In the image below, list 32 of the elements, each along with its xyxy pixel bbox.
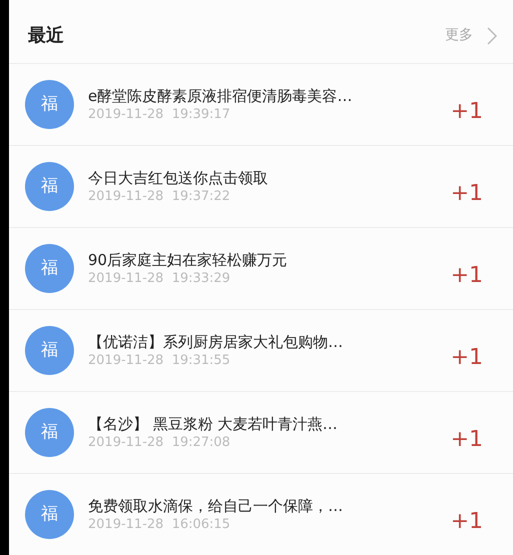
message-title: 今日大吉红包送你点击领取 <box>88 168 269 188</box>
avatar: 福 <box>25 326 74 375</box>
chevron-right-icon <box>487 26 497 44</box>
message-title: 【优诺洁】系列厨房居家大礼包购物… <box>88 332 344 352</box>
count-label: +1 <box>450 180 483 208</box>
message-row[interactable]: 福 e酵堂陈皮酵素原液排宿便清肠毒美容… 2019-11-28 19:39:17 +1 <box>9 63 513 145</box>
avatar: 福 <box>25 80 74 129</box>
count-label: +1 <box>450 344 483 372</box>
avatar: 福 <box>25 244 74 293</box>
message-time: 2019-11-28 19:37:22 <box>88 188 232 205</box>
message-row[interactable]: 福 【优诺洁】系列厨房居家大礼包购物… 2019-11-28 19:31:55 +1 <box>9 309 513 391</box>
count-label: +1 <box>450 426 483 454</box>
message-time: 2019-11-28 19:31:55 <box>88 352 232 369</box>
message-title: 【名沙】 黑豆浆粉 大麦若叶青汁燕… <box>88 414 339 434</box>
avatar: 福 <box>25 490 74 539</box>
count-label: +1 <box>450 508 483 536</box>
message-row[interactable]: 福 90后家庭主妇在家轻松赚万元 2019-11-28 19:33:29 +1 <box>9 227 513 309</box>
message-time: 2019-11-28 19:27:08 <box>88 434 232 451</box>
count-label: +1 <box>450 98 483 126</box>
message-row[interactable]: 福 免费领取水滴保，给自己一个保障，… 2019-11-28 16:06:15 +1 <box>9 473 513 555</box>
message-title: 免费领取水滴保，给自己一个保障，… <box>88 496 344 516</box>
message-title: e酵堂陈皮酵素原液排宿便清肠毒美容… <box>88 86 354 106</box>
avatar: 福 <box>25 162 74 211</box>
avatar: 福 <box>25 408 74 457</box>
section-title: 最近 <box>28 24 64 48</box>
message-time: 2019-11-28 16:06:15 <box>88 516 232 533</box>
message-row[interactable]: 福 今日大吉红包送你点击领取 2019-11-28 19:37:22 +1 <box>9 145 513 227</box>
count-label: +1 <box>450 262 483 290</box>
message-title: 90后家庭主妇在家轻松赚万元 <box>88 250 288 270</box>
message-row[interactable]: 福 【名沙】 黑豆浆粉 大麦若叶青汁燕… 2019-11-28 19:27:08 +1 <box>9 391 513 473</box>
message-time: 2019-11-28 19:33:29 <box>88 270 232 287</box>
message-time: 2019-11-28 19:39:17 <box>88 106 232 123</box>
